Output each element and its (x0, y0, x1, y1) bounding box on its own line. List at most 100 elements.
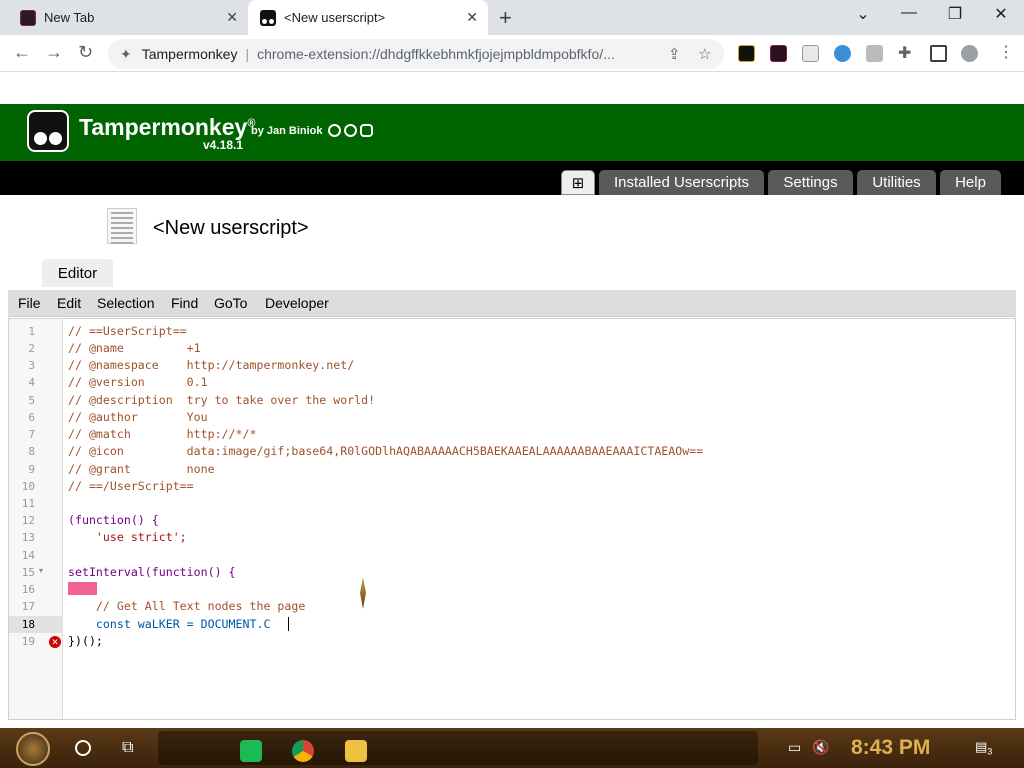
code-line: // @description try to take over the wor… (68, 393, 376, 407)
facebook-icon[interactable] (344, 124, 357, 137)
taskbar-apps (158, 731, 758, 765)
restore-button[interactable]: ❐ (932, 4, 978, 24)
menu-find[interactable]: Find (171, 295, 198, 311)
start-button-icon[interactable] (16, 732, 50, 766)
error-marker-icon[interactable]: ✕ (49, 636, 61, 648)
url-text[interactable]: chrome-extension://dhdgffkkebhmkfjojejmp… (257, 46, 657, 62)
menu-edit[interactable]: Edit (57, 295, 81, 311)
network-icon[interactable]: ▭ (788, 739, 801, 756)
tab-new-tab[interactable]: New Tab ✕ (0, 0, 248, 35)
extension-2-icon[interactable] (770, 45, 787, 62)
menu-developer[interactable]: Developer (265, 295, 329, 311)
line-number: 16 (21, 583, 35, 596)
app-notes-icon[interactable] (240, 740, 262, 762)
tab-close-icon[interactable]: ✕ (466, 9, 478, 26)
menu-file[interactable]: File (18, 295, 41, 311)
extension-3-icon[interactable] (802, 45, 819, 62)
side-panel-icon[interactable] (930, 45, 947, 62)
line-number: 17 (21, 600, 35, 613)
code-line: // Get All Text nodes the page (68, 599, 306, 613)
code-line: // @match http://*/* (68, 427, 257, 441)
extension-1-icon[interactable] (738, 45, 755, 62)
browser-toolbar: ← → ↻ ✦ Tampermonkey | chrome-extension:… (0, 35, 1024, 72)
share-icon[interactable]: ⇪ (668, 45, 681, 63)
tab-settings[interactable]: Settings (768, 170, 853, 195)
new-tab-button[interactable]: + (499, 5, 512, 31)
version-label: v4.18.1 (203, 138, 244, 152)
tab-search-icon[interactable]: ⌄ (840, 4, 886, 24)
line-number: 6 (28, 411, 35, 424)
extension-4-icon[interactable] (834, 45, 851, 62)
code-editor[interactable]: 1 2 3 4 5 6 7 8 9 10 11 12 13 14 15 16 1… (8, 318, 1016, 720)
line-number: 5 (28, 394, 35, 407)
tab-close-icon[interactable]: ✕ (226, 9, 238, 26)
line-number-active: 18 (21, 618, 35, 631)
window-close-button[interactable]: ✕ (978, 4, 1024, 24)
line-number: 10 (21, 480, 35, 493)
line-number: 3 (28, 359, 35, 372)
windows-taskbar: ⧉ ▭ 🔇 8:43 PM ▤3 (0, 728, 1024, 768)
code-line: 'use strict'; (68, 530, 187, 544)
trailing-whitespace-highlight (68, 582, 97, 595)
code-line: // ==/UserScript== (68, 479, 194, 493)
line-number: 4 (28, 376, 35, 389)
forward-arrow-icon[interactable]: → (45, 42, 63, 63)
address-bar[interactable]: ✦ Tampermonkey | chrome-extension://dhdg… (108, 39, 724, 69)
tab-installed-userscripts[interactable]: Installed Userscripts (599, 170, 764, 195)
instagram-icon[interactable] (360, 124, 373, 137)
tab-add-script[interactable]: ⊞ (561, 170, 595, 195)
tab-new-userscript[interactable]: <New userscript> ✕ (248, 0, 488, 35)
line-number: 11 (21, 497, 35, 510)
github-icon[interactable] (328, 124, 341, 137)
tampermonkey-header: Tampermonkey® by Jan Biniok v4.18.1 (0, 104, 1024, 161)
tampermonkey-logo-icon (27, 110, 69, 152)
app-chrome-icon[interactable] (292, 740, 314, 762)
tampermonkey-extension-icon[interactable] (866, 45, 883, 62)
tab-utilities[interactable]: Utilities (857, 170, 936, 195)
extensions-puzzle-icon[interactable]: ✚ (898, 43, 911, 63)
task-view-icon[interactable]: ⧉ (122, 739, 133, 757)
menu-selection[interactable]: Selection (97, 295, 155, 311)
line-number: 1 (28, 325, 35, 338)
back-arrow-icon[interactable]: ← (13, 42, 31, 63)
line-number: 13 (21, 531, 35, 544)
line-number: 7 (28, 428, 35, 441)
tab-title: New Tab (44, 10, 95, 25)
bookmark-star-icon[interactable]: ☆ (698, 45, 711, 63)
line-number: 9 (28, 463, 35, 476)
extension-puzzle-icon: ✦ (120, 45, 132, 62)
new-tab-favicon-icon (20, 9, 36, 26)
address-separator: | (245, 46, 250, 62)
reload-icon[interactable]: ↻ (78, 42, 93, 63)
app-file-explorer-icon[interactable] (345, 740, 367, 762)
cortana-search-icon[interactable] (75, 740, 91, 756)
tampermonkey-favicon-icon (260, 9, 276, 26)
line-number: 2 (28, 342, 35, 355)
script-title: <New userscript> (153, 217, 309, 239)
code-line: // @namespace http://tampermonkey.net/ (68, 358, 355, 372)
line-number: 12 (21, 514, 35, 527)
volume-muted-icon[interactable]: 🔇 (812, 739, 829, 756)
line-number: 8 (28, 445, 35, 458)
notification-center-icon[interactable]: ▤3 (975, 739, 992, 757)
author-credit: by Jan Biniok (251, 125, 323, 137)
menu-goto[interactable]: GoTo (214, 295, 247, 311)
minimize-button[interactable]: — (886, 4, 932, 22)
code-line: })(); (68, 634, 103, 648)
tab-help[interactable]: Help (940, 170, 1001, 195)
brand-title: Tampermonkey® (79, 114, 256, 140)
code-line: // @grant none (68, 462, 215, 476)
code-line: // ==UserScript== (68, 324, 187, 338)
profile-avatar-icon[interactable] (961, 45, 978, 62)
notification-count: 3 (987, 746, 993, 757)
tab-editor[interactable]: Editor (42, 259, 113, 287)
code-line: // @icon data:image/gif;base64,R0lGODlhA… (68, 444, 704, 458)
code-line: // @version 0.1 (68, 375, 208, 389)
fold-arrow-icon[interactable]: ▾ (39, 566, 43, 575)
chrome-menu-icon[interactable]: ⋮ (998, 42, 1014, 62)
line-number: 19 (21, 635, 35, 648)
taskbar-clock[interactable]: 8:43 PM (851, 736, 930, 760)
code-line: (function() { (68, 513, 159, 527)
script-document-icon (107, 208, 137, 244)
editor-menu-bar: File Edit Selection Find GoTo Developer (8, 290, 1016, 317)
